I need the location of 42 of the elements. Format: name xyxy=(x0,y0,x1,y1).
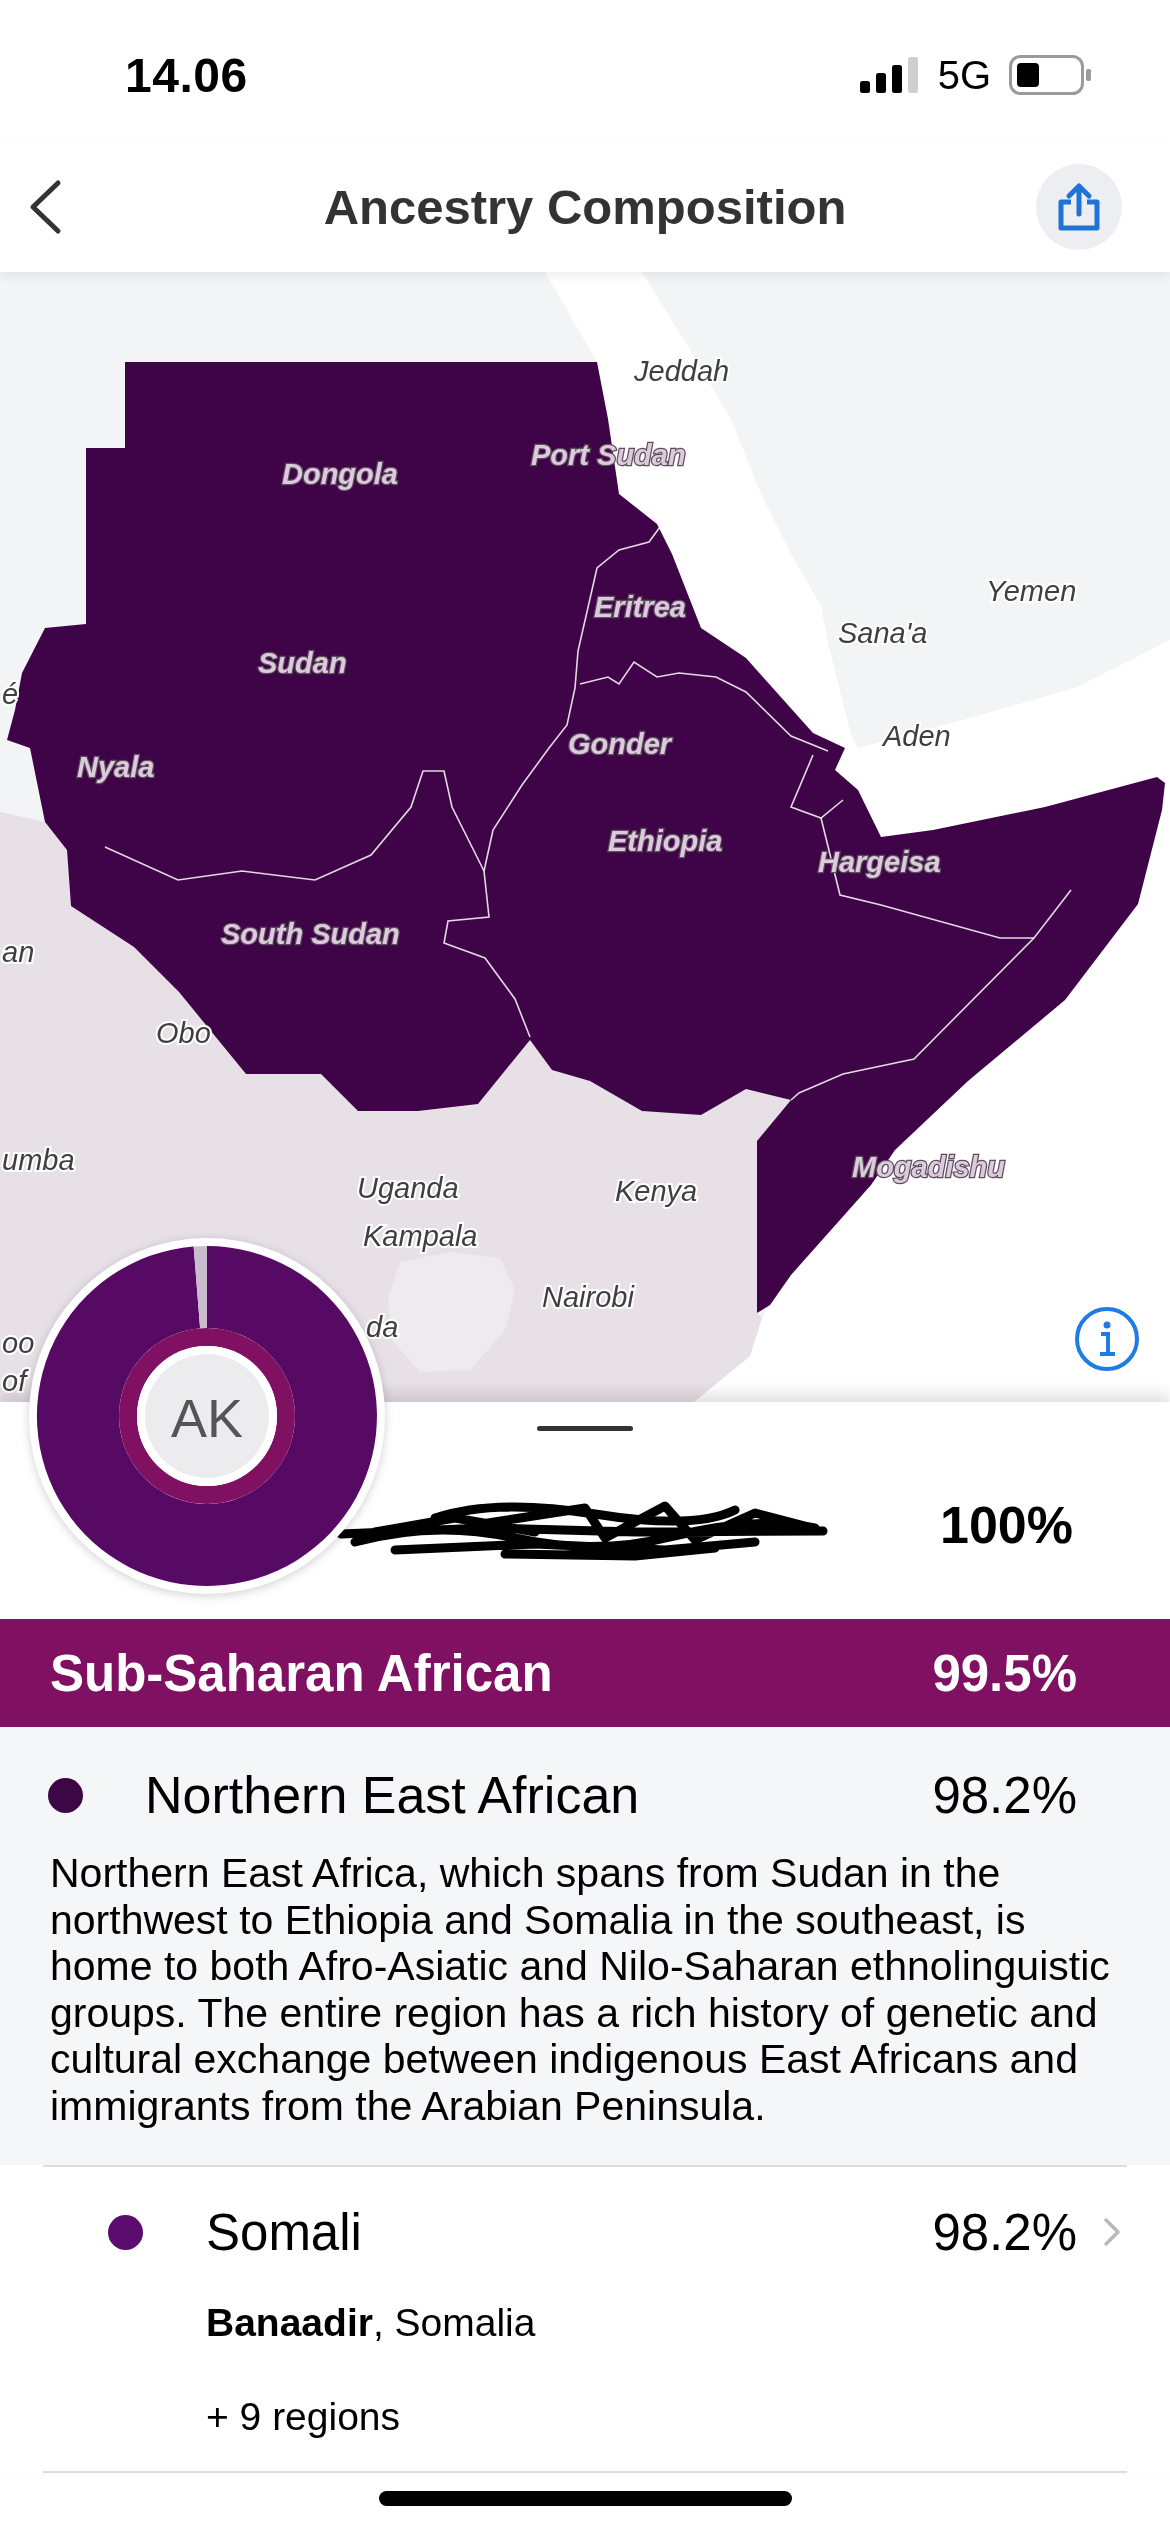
region-name: Northern East African xyxy=(145,1765,640,1825)
map-label: Nairobi xyxy=(542,1281,634,1313)
map-label: Yemen xyxy=(986,575,1077,607)
map-label: Obo xyxy=(156,1017,211,1049)
map-label: umba xyxy=(2,1144,75,1176)
map-label: é xyxy=(2,678,19,710)
more-regions-link[interactable]: + 9 regions xyxy=(206,2394,1170,2440)
map-label: Uganda xyxy=(357,1172,459,1204)
map-label: da xyxy=(366,1311,399,1343)
map-label: Aden xyxy=(883,720,951,752)
battery-icon xyxy=(1009,55,1091,95)
map-label: South Sudan xyxy=(221,918,400,950)
population-location: Banaadir, Somalia xyxy=(206,2300,537,2346)
map-label: of xyxy=(2,1365,27,1397)
map-label: Jeddah xyxy=(634,355,730,387)
map-label: Eritrea xyxy=(594,591,686,623)
map-label: Sana'a xyxy=(838,617,928,649)
map-label: Dongola xyxy=(282,458,398,490)
map-label: oo xyxy=(2,1327,35,1359)
map-label: Kampala xyxy=(363,1220,478,1252)
category-percent: 99.5% xyxy=(932,1643,1077,1703)
avatar: AK xyxy=(137,1346,277,1486)
map-label: Ethiopia xyxy=(608,825,723,857)
status-time: 14.06 xyxy=(125,47,248,103)
map-label: Kenya xyxy=(615,1175,698,1207)
population-name[interactable]: Somali xyxy=(206,2202,362,2262)
screen-title: Ancestry Composition xyxy=(323,179,847,235)
back-icon[interactable] xyxy=(28,179,62,235)
info-icon[interactable] xyxy=(1075,1307,1139,1371)
population-percent: 98.2% xyxy=(932,2202,1077,2262)
category-name: Sub-Saharan African xyxy=(50,1643,553,1703)
region-percent: 98.2% xyxy=(932,1765,1077,1825)
share-icon xyxy=(1056,182,1102,232)
region-description: Northern East Africa, which spans from Sudan in the northwest to Ethiopia and Somalia in the southeast, is home to both Afro-Asiatic and Nilo-Saharan ethnolinguistic groups. The entire region has a rich history of genetic and cultural exchange between indigenous East Africans and immigrants from the Arabian Peninsula. xyxy=(50,1850,1111,2129)
total-percent: 100% xyxy=(940,1495,1073,1555)
map-label: Gonder xyxy=(568,728,672,760)
sheet-handle[interactable] xyxy=(537,1426,633,1431)
map-label: Sudan xyxy=(258,647,347,679)
map-label: Nyala xyxy=(77,751,155,783)
map-label: an xyxy=(2,936,35,968)
network-label: 5G xyxy=(937,52,991,98)
signal-icon xyxy=(859,57,920,93)
